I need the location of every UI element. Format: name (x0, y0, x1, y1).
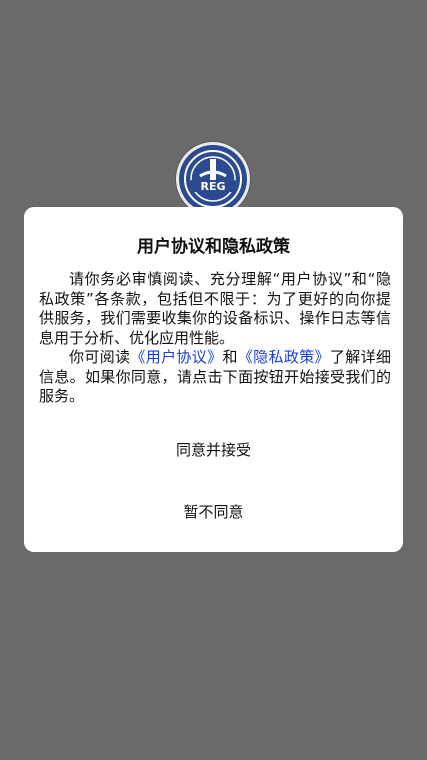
dialog-title: 用户协议和隐私政策 (137, 237, 290, 257)
accept-button[interactable]: 同意并接受 (24, 435, 403, 465)
china-railway-logo-icon: REG (176, 142, 250, 216)
paragraph-2-prefix: 你可阅读 (69, 348, 131, 366)
paragraph-2-and: 和 (222, 348, 238, 366)
user-agreement-link[interactable]: 《用户协议》 (130, 348, 222, 366)
app-background: REG 用户协议和隐私政策 请你务必审慎阅读、充分理解“用户协议”和“隐私政策”… (0, 0, 427, 760)
reject-button[interactable]: 暂不同意 (24, 497, 403, 527)
dialog-paragraph-1: 请你务必审慎阅读、充分理解“用户协议”和“隐私政策”各条款，包括但不限于：为了更… (39, 270, 391, 347)
dialog-body: 请你务必审慎阅读、充分理解“用户协议”和“隐私政策”各条款，包括但不限于：为了更… (39, 270, 391, 407)
privacy-policy-link[interactable]: 《隐私政策》 (238, 348, 330, 366)
privacy-consent-dialog: 用户协议和隐私政策 请你务必审慎阅读、充分理解“用户协议”和“隐私政策”各条款，… (24, 207, 403, 552)
logo-brand-text: REG (200, 180, 225, 193)
dialog-paragraph-2: 你可阅读《用户协议》和《隐私政策》了解详细信息。如果你同意，请点击下面按钮开始接… (39, 348, 391, 407)
